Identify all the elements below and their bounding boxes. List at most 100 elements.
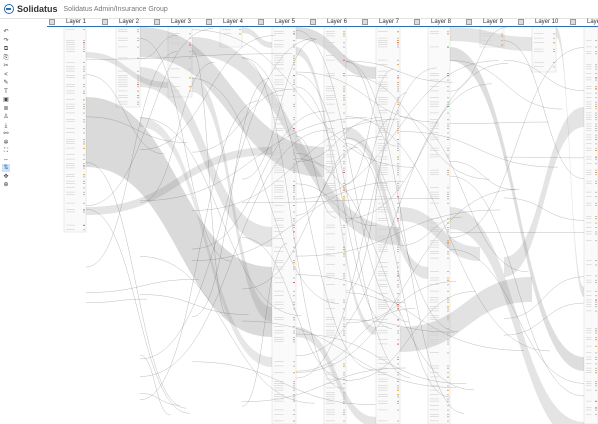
attribute-row [586,183,592,184]
attribute-marker [189,51,191,52]
attribute-row [430,343,439,345]
attribute-row [326,398,335,400]
attribute-marker [397,150,399,151]
attribute-row [66,119,75,120]
attribute-row [326,200,335,202]
attribute-row [586,216,592,217]
attribute-marker [293,266,295,268]
attribute-row [326,73,335,74]
attribute-marker [293,365,295,367]
attribute-marker [447,416,449,418]
layer-header-10[interactable]: Layer 10 [535,18,558,26]
attribute-row [586,202,592,204]
attribute-row [586,108,592,109]
attribute-row [430,416,439,417]
layer-header-1[interactable]: Layer 1 [66,18,86,26]
attribute-marker [447,271,449,272]
attribute-row [326,411,335,413]
layer-header-7[interactable]: Layer 7 [379,18,399,26]
attribute-marker [447,246,449,248]
attribute-marker [447,106,449,107]
attribute-row [378,330,388,331]
attribute-row [378,244,388,246]
attribute-row [170,68,180,70]
attribute-row [326,75,335,76]
attribute-row [170,42,180,43]
layer-collapse-icon[interactable] [362,18,368,26]
attribute-row [378,46,388,48]
attribute-marker [447,339,449,341]
attribute-row [274,180,284,182]
attribute-marker [397,99,399,101]
layer-header-9[interactable]: Layer 9 [483,18,503,26]
attribute-marker [343,255,345,257]
attribute-marker [293,319,295,321]
attribute-marker [293,409,295,411]
attribute-row [274,33,284,34]
attribute-marker [397,394,399,396]
attribute-row [326,169,335,171]
attribute-marker [595,409,597,411]
attribute-row [586,290,592,292]
attribute-marker [447,156,449,158]
layer-collapse-icon[interactable] [206,18,212,26]
layer-collapse-icon[interactable] [466,18,472,26]
attribute-marker [397,301,399,303]
attribute-marker [397,374,399,376]
attribute-row [378,132,388,133]
layer-header-6[interactable]: Layer 6 [327,18,347,26]
layer-collapse-icon[interactable] [414,18,420,26]
attribute-row [430,297,439,298]
attribute-row [378,372,388,373]
layer-collapse-icon[interactable] [258,18,264,26]
attribute-marker [293,332,295,334]
attribute-marker [447,147,449,149]
attribute-marker [595,328,597,330]
layer-collapse-icon[interactable] [49,18,55,26]
attribute-marker [595,381,597,382]
attribute-marker [83,154,85,156]
attribute-marker [239,33,241,35]
attribute-row [274,396,284,397]
attribute-marker [343,200,345,202]
attribute-marker [447,414,449,415]
attribute-marker [595,196,597,198]
breadcrumb[interactable]: Solidatus Admin/Insurance Group [64,6,168,13]
layer-header-8[interactable]: Layer 8 [431,18,451,26]
logo[interactable]: Solidatus [4,4,58,14]
attribute-row [430,376,439,378]
layer-collapse-icon[interactable] [102,18,108,26]
attribute-marker [83,194,85,195]
attribute-row [326,97,335,98]
attribute-row [274,260,284,261]
attribute-marker [447,317,449,319]
attribute-marker [343,246,345,248]
layer-header-11[interactable]: Laye [587,18,598,26]
attribute-marker [595,183,597,184]
attribute-row [274,198,284,199]
layer-header-3[interactable]: Layer 3 [171,18,191,26]
layer-collapse-icon[interactable] [570,18,576,26]
attribute-marker [397,396,399,398]
attribute-row [430,73,439,74]
attribute-row [378,165,388,166]
attribute-marker [293,372,295,374]
attribute-row [378,367,388,369]
layer-collapse-icon[interactable] [310,18,316,26]
attribute-row [430,319,439,320]
attribute-marker [595,117,597,118]
layer-header-2[interactable]: Layer 2 [119,18,139,26]
layer-header-4[interactable]: Layer 4 [223,18,243,26]
attribute-marker [293,143,295,145]
attribute-marker [343,414,345,415]
attribute-marker [343,224,345,226]
layer-header-5[interactable]: Layer 5 [275,18,295,26]
attribute-row [378,42,388,43]
layer-collapse-icon[interactable] [154,18,160,26]
lineage-canvas[interactable] [0,27,598,424]
attribute-row [326,249,335,250]
layer-collapse-icon[interactable] [518,18,524,26]
attribute-row [430,334,439,336]
attribute-row [586,158,592,160]
attribute-marker [595,86,597,88]
